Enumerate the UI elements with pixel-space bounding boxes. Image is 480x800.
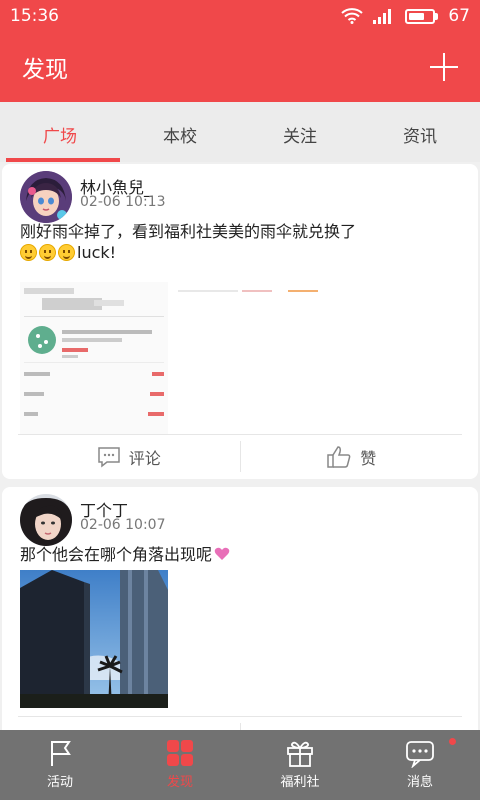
post-image[interactable] [178, 282, 324, 292]
nav-label: 消息 [406, 775, 433, 790]
nav-label: 活动 [46, 775, 73, 790]
comment-button[interactable]: 评论 [18, 435, 240, 478]
post-text: 刚好雨伞掉了，看到福利社美美的雨伞就兑换了 luck! [20, 221, 460, 263]
app-header: 发现 [0, 32, 480, 102]
nav-activity[interactable]: 活动 [0, 730, 120, 800]
post-card[interactable]: 林小魚兒_ 02-06 10:13 刚好雨伞掉了，看到福利社美美的雨伞就兑换了 … [2, 164, 478, 479]
post-time: 02-06 10:13 [80, 194, 166, 210]
post-body: 那个他会在哪个角落出现呢 [20, 545, 213, 564]
post-actions: 评论 赞 [18, 434, 462, 478]
post-time: 02-06 10:07 [80, 517, 166, 533]
avatar[interactable] [20, 494, 72, 546]
signal-icon [373, 8, 395, 24]
tab-school[interactable]: 本校 [120, 102, 240, 162]
post-actions [18, 716, 462, 730]
message-icon [406, 741, 434, 768]
flag-icon [51, 741, 71, 766]
nav-discover[interactable]: 发现 [120, 730, 240, 800]
page-title: 发现 [22, 57, 68, 83]
post-image[interactable] [20, 570, 168, 708]
thumbs-up-icon [327, 445, 351, 468]
nav-label: 发现 [166, 775, 193, 790]
like-button[interactable] [241, 717, 463, 730]
grid-icon [167, 740, 193, 766]
smile-emoji-icon [58, 244, 75, 261]
add-post-button[interactable] [430, 53, 458, 81]
post-suffix: luck! [77, 243, 117, 262]
tab-square[interactable]: 广场 [0, 102, 120, 162]
post-text: 那个他会在哪个角落出现呢 [20, 544, 460, 565]
nav-messages[interactable]: 消息 [360, 730, 480, 800]
feed[interactable]: 林小魚兒_ 02-06 10:13 刚好雨伞掉了，看到福利社美美的雨伞就兑换了 … [0, 162, 480, 730]
wifi-icon [341, 8, 364, 24]
post-image[interactable] [20, 282, 168, 434]
avatar[interactable] [20, 171, 72, 223]
comment-icon [97, 446, 120, 468]
status-time: 15:36 [10, 6, 59, 26]
post-body: 刚好雨伞掉了，看到福利社美美的雨伞就兑换了 [20, 222, 357, 241]
like-button[interactable]: 赞 [241, 435, 463, 478]
post-card[interactable]: 丁个丁 02-06 10:07 那个他会在哪个角落出现呢 [2, 487, 478, 730]
heart-emoji-icon [214, 547, 230, 560]
tab-bar: 广场 本校 关注 资讯 [0, 102, 480, 162]
gift-icon [287, 741, 313, 767]
like-label: 赞 [360, 448, 377, 468]
nav-welfare[interactable]: 福利社 [240, 730, 360, 800]
nav-label: 福利社 [280, 775, 320, 790]
battery-percent: 67 [448, 6, 470, 26]
notification-badge [449, 738, 456, 745]
tab-news[interactable]: 资讯 [360, 102, 480, 162]
comment-label: 评论 [128, 448, 161, 468]
smile-emoji-icon [39, 244, 56, 261]
battery-icon [405, 8, 439, 24]
comment-button[interactable] [18, 717, 240, 730]
smile-emoji-icon [20, 244, 37, 261]
status-bar: 15:36 67 [0, 0, 480, 32]
status-icons: 67 [341, 6, 470, 26]
tab-following[interactable]: 关注 [240, 102, 360, 162]
bottom-nav: 活动 发现 福利社 消息 [0, 730, 480, 800]
